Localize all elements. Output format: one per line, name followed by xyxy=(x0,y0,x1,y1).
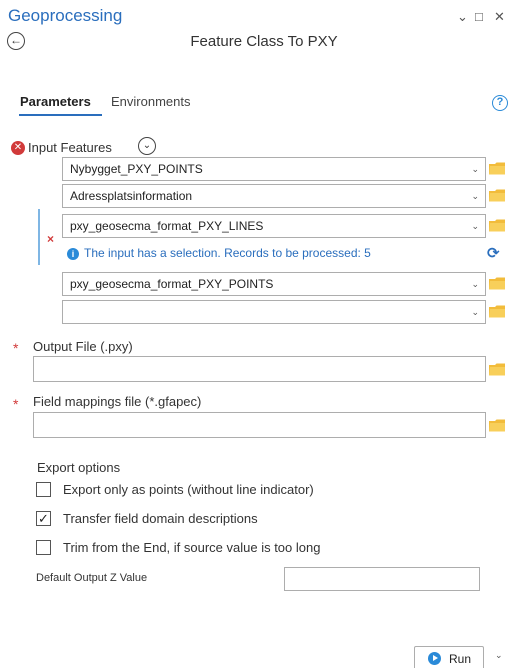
input-feature-combo-3[interactable]: pxy_geosecma_format_PXY_LINES ⌄ xyxy=(62,214,486,238)
selection-indicator-bar xyxy=(38,209,40,265)
remove-row-icon[interactable]: × xyxy=(47,232,54,246)
tool-title: Feature Class To PXY xyxy=(190,33,338,50)
run-play-icon xyxy=(428,652,441,665)
input-feature-combo-4[interactable]: pxy_geosecma_format_PXY_POINTS ⌄ xyxy=(62,272,486,296)
combo-value: pxy_geosecma_format_PXY_POINTS xyxy=(70,277,274,291)
browse-folder-icon[interactable] xyxy=(489,277,506,290)
dropdown-chevron-icon[interactable]: ⌄ xyxy=(471,185,479,207)
trim-end-label: Trim from the End, if source value is to… xyxy=(63,540,321,555)
required-marker: * xyxy=(13,340,19,356)
run-label: Run xyxy=(449,652,472,666)
maximize-icon[interactable]: □ xyxy=(475,9,483,24)
default-z-input[interactable] xyxy=(284,567,480,591)
transfer-domain-checkbox[interactable]: ✓ xyxy=(36,511,51,526)
browse-folder-icon[interactable] xyxy=(489,305,506,318)
dropdown-chevron-icon[interactable]: ⌄ xyxy=(471,301,479,323)
combo-value: Adressplatsinformation xyxy=(70,189,193,203)
output-file-input[interactable] xyxy=(33,356,486,382)
input-features-label: Input Features xyxy=(28,140,112,155)
required-marker: * xyxy=(13,396,19,412)
export-options-heading: Export options xyxy=(37,460,121,475)
browse-folder-icon[interactable] xyxy=(489,363,506,376)
info-icon: i xyxy=(67,248,79,260)
error-icon: ✕ xyxy=(11,141,25,155)
active-tab-indicator xyxy=(19,114,102,116)
combo-value: pxy_geosecma_format_PXY_LINES xyxy=(70,219,264,233)
dropdown-chevron-icon[interactable]: ⌄ xyxy=(471,273,479,295)
dropdown-chevron-icon[interactable]: ⌄ xyxy=(471,158,479,180)
field-mappings-input[interactable] xyxy=(33,412,486,438)
input-feature-combo-1[interactable]: Nybygget_PXY_POINTS ⌄ xyxy=(62,157,486,181)
default-z-label: Default Output Z Value xyxy=(36,572,148,584)
input-feature-combo-2[interactable]: Adressplatsinformation ⌄ xyxy=(62,184,486,208)
tab-environments[interactable]: Environments xyxy=(111,94,190,109)
export-points-label: Export only as points (without line indi… xyxy=(63,482,314,497)
browse-folder-icon[interactable] xyxy=(489,419,506,432)
transfer-domain-label: Transfer field domain descriptions xyxy=(63,511,258,526)
browse-folder-icon[interactable] xyxy=(489,219,506,232)
selection-message: The input has a selection. Records to be… xyxy=(84,246,371,260)
input-feature-combo-empty[interactable]: ⌄ xyxy=(62,300,486,324)
expand-chevron-icon[interactable]: ⌄ xyxy=(138,137,156,155)
field-mappings-label: Field mappings file (*.gfapec) xyxy=(33,394,202,409)
help-icon[interactable]: ? xyxy=(492,95,508,111)
browse-folder-icon[interactable] xyxy=(489,189,506,202)
export-points-checkbox[interactable] xyxy=(36,482,51,497)
close-icon[interactable]: ✕ xyxy=(494,9,505,25)
run-button[interactable]: Run xyxy=(414,646,484,668)
dropdown-chevron-icon[interactable]: ⌄ xyxy=(471,215,479,237)
combo-value: Nybygget_PXY_POINTS xyxy=(70,162,203,176)
trim-end-checkbox[interactable] xyxy=(36,540,51,555)
tab-parameters[interactable]: Parameters xyxy=(20,94,91,109)
pane-title: Geoprocessing xyxy=(8,6,123,25)
output-file-label: Output File (.pxy) xyxy=(33,339,133,354)
refresh-icon[interactable]: ⟳ xyxy=(487,244,500,262)
run-options-chevron-icon[interactable]: ⌄ xyxy=(495,650,503,661)
pane-menu-chevron-icon[interactable]: ⌄ xyxy=(457,9,468,25)
browse-folder-icon[interactable] xyxy=(489,162,506,175)
